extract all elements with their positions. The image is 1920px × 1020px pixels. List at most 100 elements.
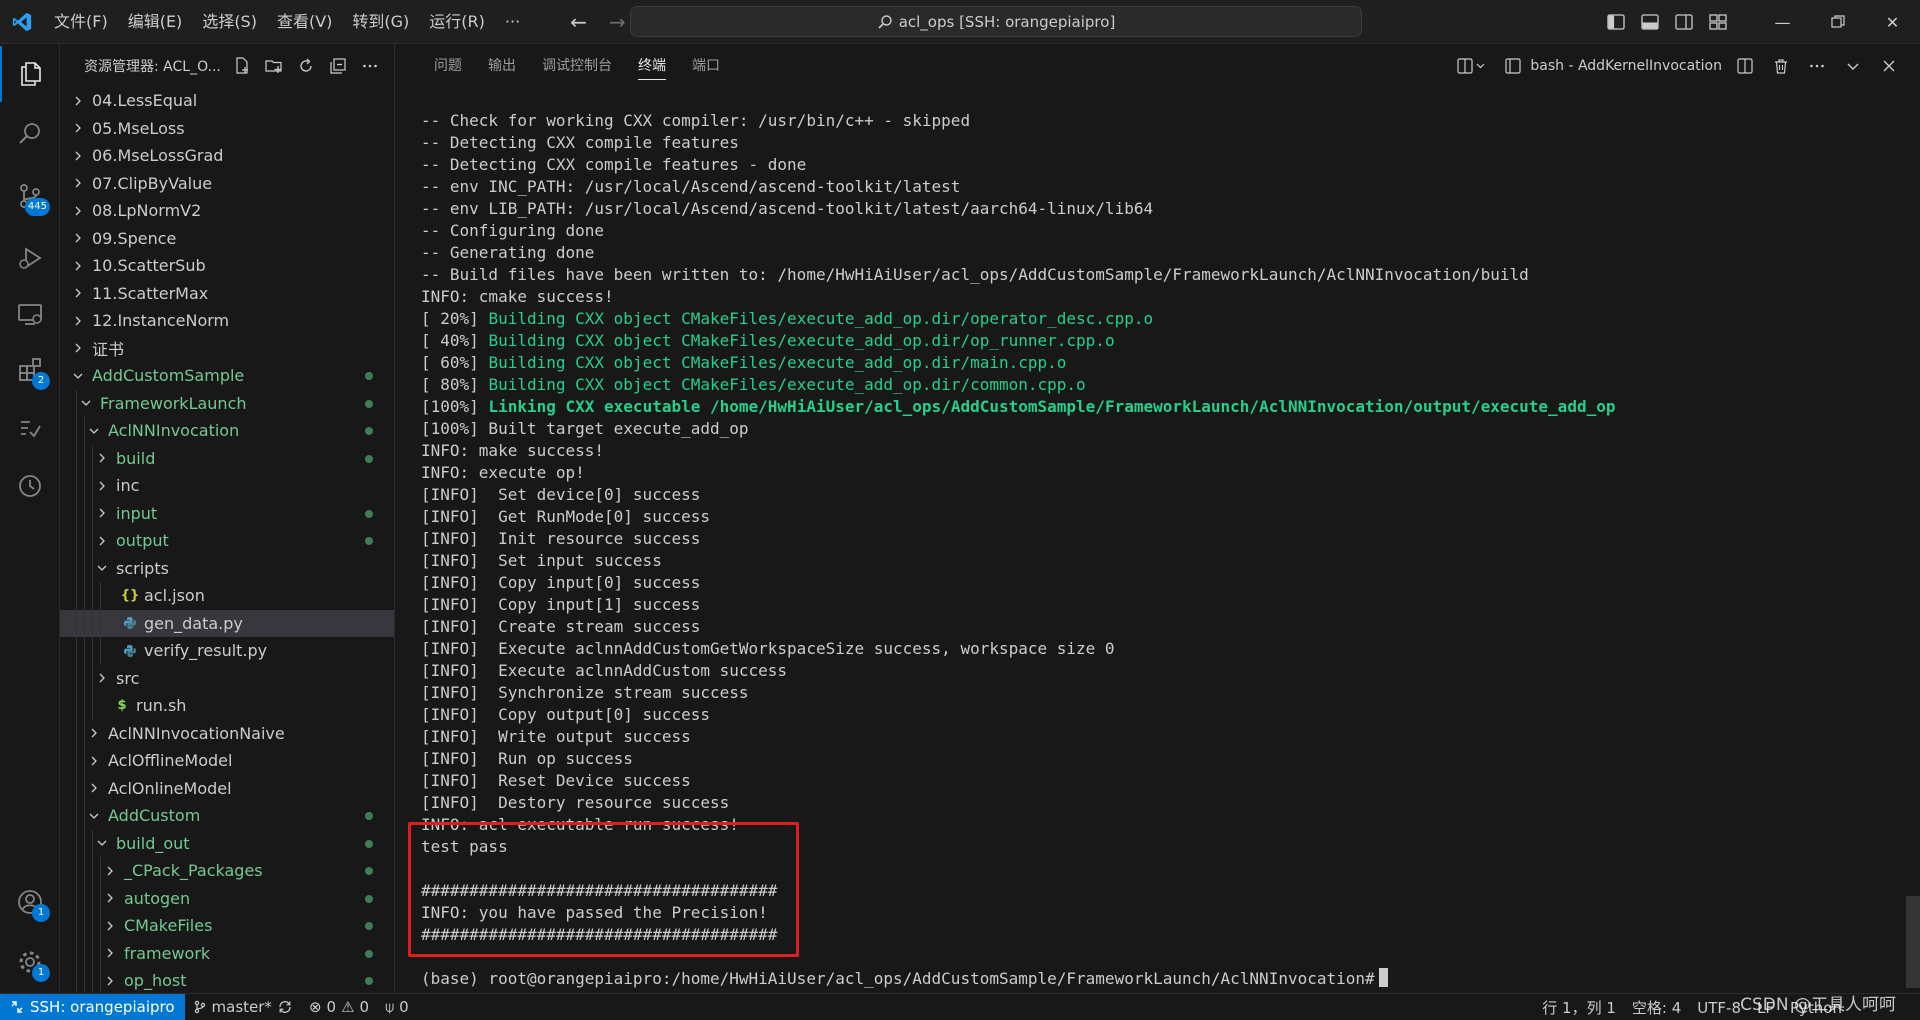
tree-folder[interactable]: 11.ScatterMax <box>60 280 394 308</box>
tree-folder[interactable]: op_host <box>60 967 394 993</box>
tree-folder[interactable]: build <box>60 444 394 472</box>
tree-folder[interactable]: 09.Spence <box>60 225 394 253</box>
tree-folder[interactable]: FrameworkLaunch <box>60 389 394 417</box>
tree-folder[interactable]: build_out <box>60 829 394 857</box>
restore-icon[interactable] <box>1810 0 1865 44</box>
trash-icon[interactable] <box>1768 53 1794 79</box>
menu-item[interactable]: 选择(S) <box>192 0 267 44</box>
sync-icon[interactable] <box>277 999 293 1015</box>
panel-tab[interactable]: 调试控制台 <box>529 44 625 88</box>
run-debug-icon[interactable] <box>0 230 60 286</box>
toggle-secondary-sidebar-icon[interactable] <box>1667 0 1701 44</box>
more-actions-icon[interactable] <box>354 52 386 80</box>
maximize-panel-chevron-icon[interactable] <box>1840 53 1866 79</box>
terminal-scrollbar[interactable] <box>1906 896 1920 988</box>
panel-tab[interactable]: 端口 <box>679 44 733 88</box>
tree-folder[interactable]: AclOfflineModel <box>60 747 394 775</box>
command-center[interactable]: acl_ops [SSH: orangepiaipro] <box>630 6 1362 37</box>
remote-icon <box>11 1001 23 1013</box>
tree-folder[interactable]: AclNNInvocationNaive <box>60 719 394 747</box>
panel-tab[interactable]: 问题 <box>421 44 475 88</box>
tree-folder[interactable]: src <box>60 664 394 692</box>
new-folder-icon[interactable] <box>258 52 290 80</box>
customize-layout-icon[interactable] <box>1701 0 1735 44</box>
extensions-icon[interactable]: 2 <box>0 342 60 398</box>
tree-folder[interactable]: _CPack_Packages <box>60 857 394 885</box>
tree-item-label: 11.ScatterMax <box>92 283 209 303</box>
terminal-line: [INFO] Copy output[0] success <box>421 704 1891 726</box>
tree-folder[interactable]: AddCustom <box>60 802 394 830</box>
terminal-line-text: INFO: cmake success! <box>421 287 614 306</box>
terminal-line: [INFO] Get RunMode[0] success <box>421 506 1891 528</box>
ports-indicator[interactable]: ⍦ 0 <box>377 994 417 1020</box>
tree-folder[interactable]: input <box>60 499 394 527</box>
tree-folder[interactable]: 10.ScatterSub <box>60 252 394 280</box>
tree-folder[interactable]: inc <box>60 472 394 500</box>
remote-indicator[interactable]: SSH: orangepiaipro <box>0 993 185 1020</box>
terminal-output[interactable]: -- Check for working CXX compiler: /usr/… <box>421 110 1891 990</box>
close-icon[interactable]: ✕ <box>1865 0 1920 44</box>
tree-file[interactable]: gen_data.py <box>60 609 394 637</box>
terminal-cursor <box>1378 968 1388 987</box>
tree-file[interactable]: $ run.sh <box>60 692 394 720</box>
panel-more-icon[interactable] <box>1804 53 1830 79</box>
search-icon[interactable] <box>0 106 60 162</box>
tree-folder[interactable]: 07.ClipByValue <box>60 170 394 198</box>
tree-folder[interactable]: autogen <box>60 884 394 912</box>
toggle-primary-sidebar-icon[interactable] <box>1599 0 1633 44</box>
minimize-icon[interactable]: — <box>1755 0 1810 44</box>
source-control-icon[interactable]: 445 <box>0 168 60 224</box>
tree-file[interactable]: {} acl.json <box>60 582 394 610</box>
menu-item[interactable]: 编辑(E) <box>118 0 193 44</box>
menu-item[interactable]: 文件(F) <box>44 0 118 44</box>
refresh-icon[interactable] <box>290 52 322 80</box>
tree-folder[interactable]: 05.MseLoss <box>60 115 394 143</box>
explorer-icon[interactable] <box>0 46 60 102</box>
toggle-panel-icon[interactable] <box>1633 0 1667 44</box>
tree-folder[interactable]: AclNNInvocation <box>60 417 394 445</box>
tree-folder[interactable]: scripts <box>60 554 394 582</box>
indentation[interactable]: 空格: 4 <box>1624 994 1689 1020</box>
close-panel-icon[interactable] <box>1876 53 1902 79</box>
tree-folder[interactable]: 04.LessEqual <box>60 87 394 115</box>
tree-folder[interactable]: 12.InstanceNorm <box>60 307 394 335</box>
timeline-icon[interactable] <box>0 458 60 514</box>
accounts-icon[interactable]: 1 <box>0 874 60 930</box>
panel-tab[interactable]: 输出 <box>475 44 529 88</box>
tree-folder[interactable]: framework <box>60 939 394 967</box>
problems-indicator[interactable]: ⊗ 0 ⚠ 0 <box>301 994 377 1020</box>
tree-item-label: 12.InstanceNorm <box>92 311 230 331</box>
branch-indicator[interactable]: master* <box>185 994 301 1020</box>
settings-gear-icon[interactable]: 1 <box>0 934 60 990</box>
cursor-position[interactable]: 行 1，列 1 <box>1534 994 1624 1020</box>
remote-explorer-icon[interactable] <box>0 286 60 342</box>
menu-item[interactable]: ··· <box>495 0 530 44</box>
status-bar: SSH: orangepiaipro master* ⊗ 0 ⚠ 0 ⍦ 0 行… <box>0 993 1920 1020</box>
split-dropdown-icon[interactable] <box>1454 53 1490 79</box>
menu-item[interactable]: 转到(G) <box>342 0 419 44</box>
collapse-all-icon[interactable] <box>322 52 354 80</box>
terminal-line-text: [INFO] Copy input[1] success <box>421 595 701 614</box>
watermark: CSDN @工具人呵呵 <box>1740 995 1896 1015</box>
terminal-line: [100%] Built target execute_add_op <box>421 418 1891 440</box>
panel-tab[interactable]: 终端 <box>625 44 679 88</box>
tree-file[interactable]: verify_result.py <box>60 637 394 665</box>
modified-dot <box>365 372 373 380</box>
new-file-icon[interactable] <box>226 52 258 80</box>
indent-guide <box>76 609 77 637</box>
tree-folder[interactable]: 06.MseLossGrad <box>60 142 394 170</box>
forward-arrow-icon[interactable]: → <box>609 12 626 32</box>
back-arrow-icon[interactable]: ← <box>570 12 587 32</box>
tree-folder[interactable]: 08.LpNormV2 <box>60 197 394 225</box>
tree-folder[interactable]: 证书 <box>60 335 394 363</box>
tree-folder[interactable]: AclOnlineModel <box>60 774 394 802</box>
split-terminal-icon[interactable] <box>1732 53 1758 79</box>
tree-item-label: 06.MseLossGrad <box>92 146 224 166</box>
menu-item[interactable]: 运行(R) <box>419 0 495 44</box>
menu-item[interactable]: 查看(V) <box>267 0 342 44</box>
testing-icon[interactable] <box>0 400 60 456</box>
terminal-name[interactable]: bash - AddKernelInvocation <box>1530 58 1722 74</box>
tree-folder[interactable]: AddCustomSample <box>60 362 394 390</box>
tree-folder[interactable]: CMakeFiles <box>60 912 394 940</box>
tree-folder[interactable]: output <box>60 527 394 555</box>
